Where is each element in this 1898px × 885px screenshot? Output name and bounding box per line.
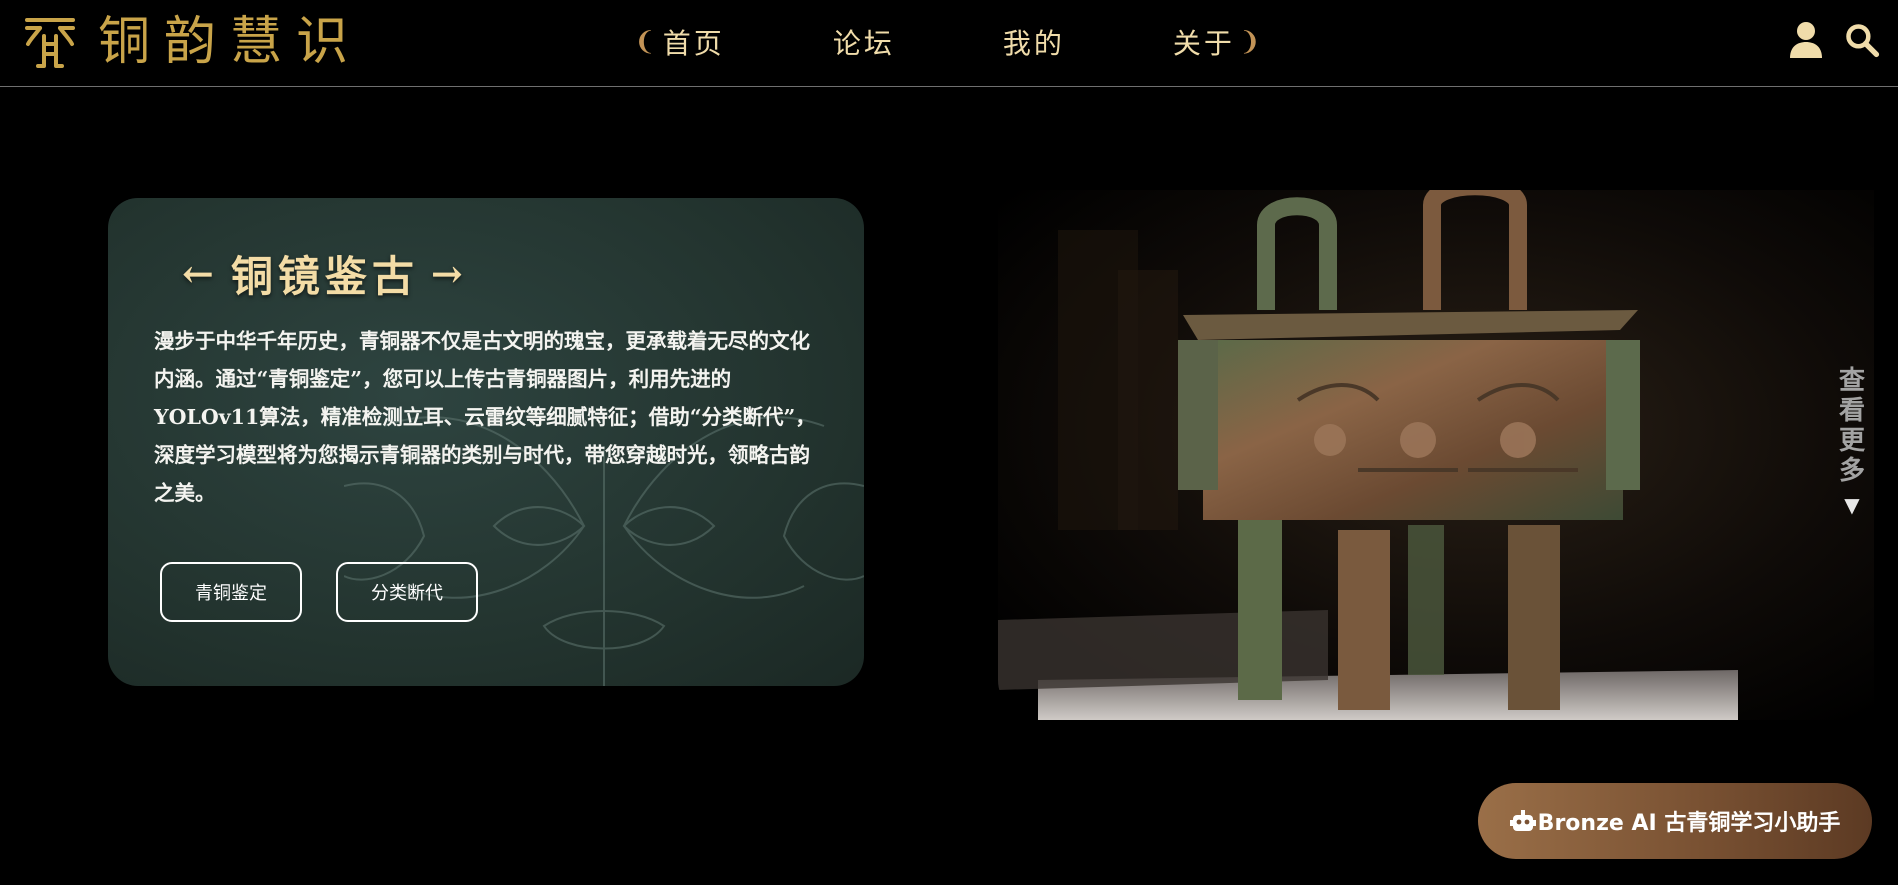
arrow-down-icon: ▼ bbox=[1844, 493, 1860, 517]
ai-assistant-label: Bronze AI 古青铜学习小助手 bbox=[1537, 811, 1841, 836]
see-more-link[interactable]: 查看更多 ▼ bbox=[1836, 366, 1868, 520]
nav-mine-label: 我的 bbox=[1002, 27, 1065, 60]
nav-about-label: 关于 bbox=[1172, 27, 1235, 60]
card-title: ← 铜镜鉴古 → bbox=[170, 242, 480, 304]
nav-ornament-left-icon: ❨ bbox=[634, 27, 659, 57]
arrow-left-icon: ← bbox=[182, 250, 219, 296]
bronze-identify-button[interactable]: 青铜鉴定 bbox=[160, 562, 302, 622]
top-navbar: 铜韵慧识 ❨ 首页 论坛 我的 关于 ❩ bbox=[0, 0, 1898, 87]
classify-dating-button[interactable]: 分类断代 bbox=[336, 562, 478, 622]
logo-mark-icon bbox=[25, 18, 75, 68]
nav-forum[interactable]: 论坛 bbox=[833, 22, 895, 62]
nav-home[interactable]: ❨ 首页 bbox=[630, 22, 725, 62]
search-icon[interactable] bbox=[1844, 20, 1880, 60]
robot-icon bbox=[1509, 810, 1536, 831]
main-nav: ❨ 首页 论坛 我的 关于 ❩ bbox=[630, 18, 1268, 66]
see-more-label: 查看更多 bbox=[1838, 366, 1865, 486]
nav-forum-label: 论坛 bbox=[832, 27, 895, 60]
intro-card: ← 铜镜鉴古 → 漫步于中华千年历史，青铜器不仅是古文明的瑰宝，更承载着无尽的文… bbox=[108, 198, 864, 686]
ai-assistant-button[interactable]: Bronze AI 古青铜学习小助手 bbox=[1478, 783, 1872, 859]
site-logo[interactable]: 铜韵慧识 bbox=[24, 12, 362, 72]
nav-about[interactable]: 关于 ❩ bbox=[1173, 22, 1268, 62]
nav-ornament-right-icon: ❩ bbox=[1238, 27, 1264, 57]
logo-text: 铜韵慧识 bbox=[98, 12, 363, 72]
bronze-ding-image bbox=[998, 190, 1874, 720]
card-title-text: 铜镜鉴古 bbox=[230, 251, 419, 301]
user-icon[interactable] bbox=[1788, 20, 1824, 60]
arrow-right-icon: → bbox=[430, 250, 468, 296]
card-description: 漫步于中华千年历史，青铜器不仅是古文明的瑰宝，更承载着无尽的文化内涵。通过“青铜… bbox=[154, 329, 816, 505]
nav-home-label: 首页 bbox=[662, 27, 725, 60]
nav-mine[interactable]: 我的 bbox=[1003, 22, 1065, 62]
header-actions bbox=[1788, 20, 1880, 60]
